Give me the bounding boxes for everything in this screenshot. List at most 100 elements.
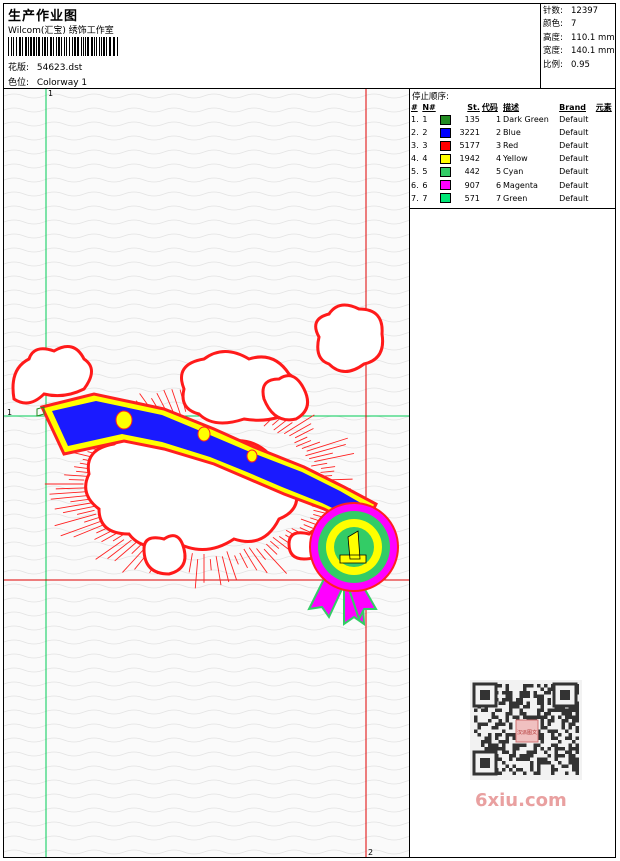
row-element <box>595 113 616 126</box>
row-index: 2. <box>411 128 419 138</box>
color-swatch-icon <box>440 193 452 204</box>
color-swatch-icon <box>440 127 452 138</box>
row-stitches: 1942 <box>459 154 480 164</box>
row-index: 7. <box>411 193 419 203</box>
col-description: 描述 <box>503 102 520 112</box>
row-code: 4 <box>495 154 502 164</box>
row-swatch <box>439 178 454 191</box>
row-needle: 4 <box>422 154 428 164</box>
row-code: 7 <box>495 193 502 203</box>
table-row: 6. 6 907 6 Magenta Default <box>410 178 616 191</box>
col-code: 代码 <box>481 102 498 112</box>
canvas-tick-bottom: 2 <box>368 848 374 857</box>
table-row: 3. 3 5177 3 Red Default <box>410 139 616 152</box>
row-description: Yellow <box>503 154 528 164</box>
row-element <box>595 165 616 178</box>
color-swatch-icon <box>440 166 452 177</box>
qr-code: 汉派图文 <box>470 680 582 780</box>
stat-height: 高度: 110.1 mm <box>543 32 615 43</box>
row-stitches: 135 <box>464 115 480 125</box>
row-description: Cyan <box>503 167 524 177</box>
row-swatch <box>439 165 454 178</box>
table-row: 4. 4 1942 4 Yellow Default <box>410 152 616 165</box>
row-needle: 1 <box>422 115 428 125</box>
barcode <box>8 37 118 56</box>
row-element <box>595 126 616 139</box>
colorway-row: 色位: Colorway 1 <box>8 75 87 88</box>
row-element <box>595 152 616 165</box>
row-needle: 7 <box>422 193 428 203</box>
row-needle: 5 <box>422 167 428 177</box>
row-brand: Default <box>559 193 589 203</box>
row-brand: Default <box>559 154 589 164</box>
table-row: 2. 2 3221 2 Blue Default <box>410 126 616 139</box>
row-stitches: 3221 <box>459 128 480 138</box>
row-description: Red <box>503 141 519 151</box>
row-description: Magenta <box>503 180 538 190</box>
row-code: 1 <box>495 115 502 125</box>
page-title: 生产作业图 <box>8 9 79 24</box>
canvas-tick-top: 1 <box>48 89 54 98</box>
col-brand: Brand <box>559 102 586 112</box>
row-stitches: 907 <box>464 180 480 190</box>
color-swatch-icon <box>440 153 452 164</box>
col-element: 元素 <box>595 102 612 112</box>
color-swatch-icon <box>440 140 452 151</box>
design-file-row: 花版: 54623.dst <box>8 60 82 73</box>
row-code: 3 <box>495 141 502 151</box>
color-swatch-icon <box>440 180 452 191</box>
col-swatch <box>439 101 454 113</box>
row-stitches: 571 <box>464 193 480 203</box>
row-code: 5 <box>495 167 502 177</box>
stamp-text: 汉派图文 <box>517 729 537 736</box>
row-swatch <box>439 152 454 165</box>
table-row: 7. 7 571 7 Green Default <box>410 192 616 205</box>
watermark-logo: 6xiu.com <box>475 790 567 811</box>
row-index: 6. <box>411 180 419 190</box>
row-swatch <box>439 113 454 126</box>
row-brand: Default <box>559 180 589 190</box>
row-needle: 2 <box>422 128 428 138</box>
row-swatch <box>439 192 454 205</box>
row-swatch <box>439 139 454 152</box>
design-stats: 针数: 12397 颜色: 7 高度: 110.1 mm 宽度: 140.1 mm 比例… <box>543 5 615 72</box>
color-swatch-icon <box>440 114 452 125</box>
design-file-value: 54623.dst <box>36 63 83 73</box>
colorway-value: Colorway 1 <box>36 78 88 88</box>
company-name: Wilcom(汇宝) 绣饰工作室 <box>8 26 114 36</box>
stat-stitches: 针数: 12397 <box>543 6 599 16</box>
row-stitches: 442 <box>464 167 480 177</box>
col-stitches: St. <box>467 102 480 112</box>
stat-colors: 颜色: 7 <box>543 19 577 30</box>
row-description: Green <box>503 193 528 203</box>
colorway-label: 色位: <box>8 78 30 88</box>
design-canvas[interactable]: 1 1 2 <box>4 89 409 857</box>
row-brand: Default <box>559 141 589 151</box>
col-needle: N# <box>422 102 436 112</box>
color-sequence-table: # N# St. 代码 描述 Brand 元素 1. 1 135 1 Dark Gree… <box>410 101 616 205</box>
row-index: 1. <box>411 115 419 125</box>
table-row: 1. 1 135 1 Dark Green Default <box>410 113 616 126</box>
embroidery-preview <box>4 89 409 857</box>
design-file-label: 花版: <box>8 63 30 73</box>
canvas-tick-left: 1 <box>7 408 13 417</box>
row-needle: 3 <box>422 141 428 151</box>
stat-scale: 比例: 0.95 <box>543 59 590 70</box>
row-element <box>595 192 616 205</box>
row-index: 3. <box>411 141 419 151</box>
table-divider <box>409 208 616 209</box>
row-code: 2 <box>495 128 502 138</box>
row-swatch <box>439 126 454 139</box>
table-row: 5. 5 442 5 Cyan Default <box>410 165 616 178</box>
row-index: 4. <box>411 154 419 164</box>
row-element <box>595 139 616 152</box>
row-index: 5. <box>411 167 419 177</box>
row-element <box>595 178 616 191</box>
row-stitches: 5177 <box>459 141 480 151</box>
row-code: 6 <box>495 180 502 190</box>
stat-width: 宽度: 140.1 mm <box>543 46 615 57</box>
col-index: # <box>411 102 418 112</box>
row-brand: Default <box>559 167 589 177</box>
row-brand: Default <box>559 115 589 125</box>
row-brand: Default <box>559 128 589 138</box>
